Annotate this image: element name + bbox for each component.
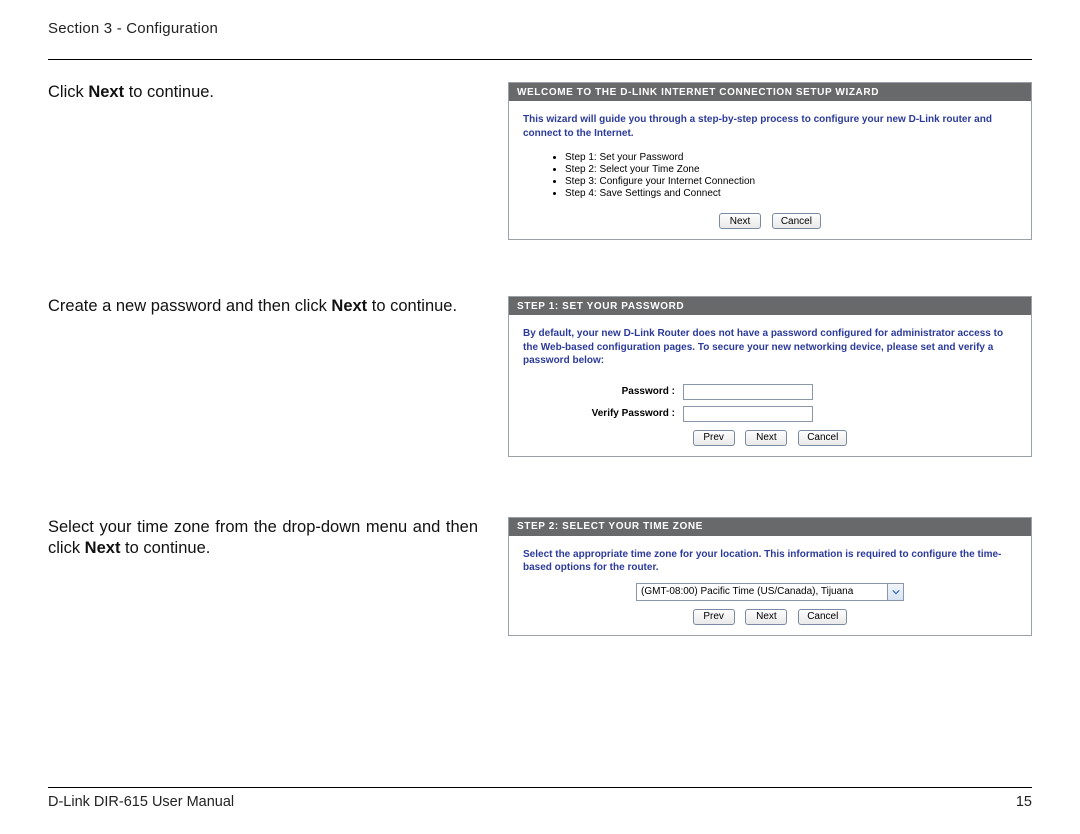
cancel-button[interactable]: Cancel	[772, 213, 821, 229]
text: to continue.	[120, 539, 210, 557]
text: to continue.	[124, 83, 214, 101]
steps-list: Step 1: Set your Password Step 2: Select…	[565, 152, 1017, 199]
section-header: Section 3 - Configuration	[48, 20, 1032, 37]
text: to continue.	[367, 297, 457, 315]
panel-password-intro: By default, your new D-Link Router does …	[523, 327, 1017, 368]
step-item: Step 2: Select your Time Zone	[565, 164, 1017, 175]
text: Click	[48, 83, 88, 101]
top-rule	[48, 59, 1032, 60]
row-password: Create a new password and then click Nex…	[48, 296, 1032, 457]
row-welcome: Click Next to continue. WELCOME TO THE D…	[48, 82, 1032, 240]
page-number: 15	[1016, 794, 1032, 810]
timezone-select[interactable]: (GMT-08:00) Pacific Time (US/Canada), Ti…	[636, 583, 904, 601]
panel-welcome: WELCOME TO THE D-LINK INTERNET CONNECTIO…	[508, 82, 1032, 240]
password-input[interactable]	[683, 384, 813, 400]
panel-password: STEP 1: SET YOUR PASSWORD By default, yo…	[508, 296, 1032, 457]
step-item: Step 3: Configure your Internet Connecti…	[565, 176, 1017, 187]
timezone-value: (GMT-08:00) Pacific Time (US/Canada), Ti…	[641, 586, 853, 597]
prev-button[interactable]: Prev	[693, 609, 735, 625]
verify-password-input[interactable]	[683, 406, 813, 422]
bold-next: Next	[331, 297, 367, 315]
row-timezone: Select your time zone from the drop-down…	[48, 517, 1032, 636]
password-label: Password :	[523, 386, 683, 397]
panel-timezone-intro: Select the appropriate time zone for you…	[523, 548, 1017, 575]
text: Create a new password and then click	[48, 297, 331, 315]
panel-timezone: STEP 2: SELECT YOUR TIME ZONE Select the…	[508, 517, 1032, 636]
panel-welcome-intro: This wizard will guide you through a ste…	[523, 113, 1017, 140]
panel-password-title: STEP 1: SET YOUR PASSWORD	[509, 297, 1031, 315]
cancel-button[interactable]: Cancel	[798, 609, 847, 625]
footer-left: D-Link DIR-615 User Manual	[48, 794, 234, 810]
next-button[interactable]: Next	[745, 609, 787, 625]
step-item: Step 4: Save Settings and Connect	[565, 188, 1017, 199]
panel-welcome-title: WELCOME TO THE D-LINK INTERNET CONNECTIO…	[509, 83, 1031, 101]
instruction-3: Select your time zone from the drop-down…	[48, 517, 478, 561]
instruction-1: Click Next to continue.	[48, 82, 478, 104]
panel-timezone-title: STEP 2: SELECT YOUR TIME ZONE	[509, 518, 1031, 536]
page-footer: D-Link DIR-615 User Manual 15	[48, 787, 1032, 810]
chevron-down-icon	[887, 584, 903, 600]
prev-button[interactable]: Prev	[693, 430, 735, 446]
verify-password-label: Verify Password :	[523, 408, 683, 419]
bold-next: Next	[88, 83, 124, 101]
next-button[interactable]: Next	[745, 430, 787, 446]
cancel-button[interactable]: Cancel	[798, 430, 847, 446]
bottom-rule	[48, 787, 1032, 788]
next-button[interactable]: Next	[719, 213, 761, 229]
instruction-2: Create a new password and then click Nex…	[48, 296, 478, 318]
step-item: Step 1: Set your Password	[565, 152, 1017, 163]
bold-next: Next	[85, 539, 121, 557]
